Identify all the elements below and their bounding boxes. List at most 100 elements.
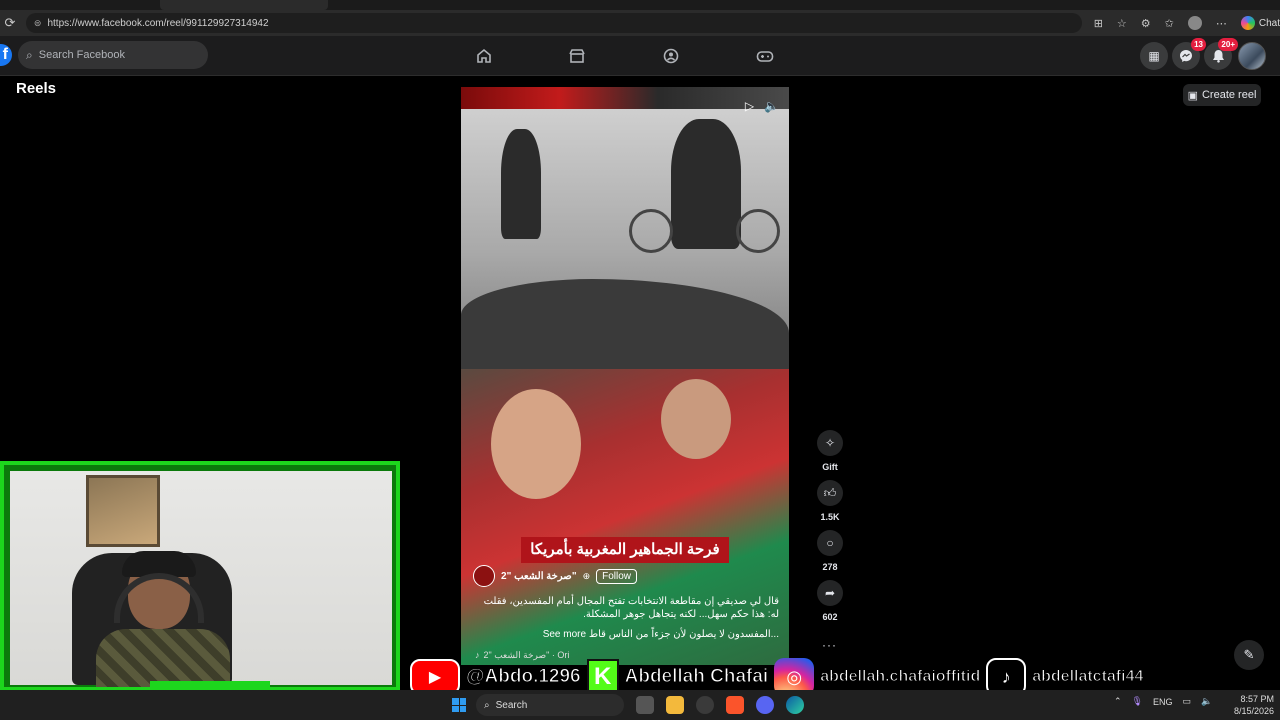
webcam-feed [10,471,392,687]
comment-action: ○ 278 [812,530,848,572]
facebook-logo[interactable]: f [0,44,12,66]
volume-icon[interactable]: 🔈 [764,99,779,113]
like-button[interactable]: 👍︎ [817,480,843,506]
clock-date: 8/15/2026 [1233,706,1274,716]
webcam-overlay [0,461,400,717]
edge-browser-icon[interactable] [786,696,804,714]
share-count: 602 [822,612,838,622]
create-reel-label: Create reel [1201,89,1257,101]
task-view-icon[interactable] [636,696,654,714]
menu-grid-icon[interactable]: ▦ [1140,42,1168,70]
share-button[interactable]: ➦ [817,580,843,606]
browser-toolbar: ⟳ ⊜ https://www.facebook.com/reel/991129… [0,10,1280,36]
reel-video[interactable]: ▷ 🔈 فرحة الجماهير المغربية بأمريكا صرخة … [461,87,789,665]
reel-caption-continued: See more المفسدون لا يصلون لأن جزءاً من … [475,629,779,640]
address-bar[interactable]: ⊜ https://www.facebook.com/reel/99112992… [25,13,1082,33]
favorite-star-icon[interactable]: ☆ [1117,17,1127,30]
reel-caption: قال لي صديقي إن مقاطعة الانتخابات تفتح ا… [483,596,779,620]
reel-video-street-scene [461,109,789,369]
streamer-body [96,629,230,687]
brave-browser-icon[interactable] [726,696,744,714]
browser-tab-strip [0,0,1280,10]
microphone-icon[interactable]: 🎙︎ [1132,696,1143,707]
fan-face [491,389,581,499]
marketplace-icon[interactable] [567,46,587,66]
taskbar-search[interactable]: ⌕ Search [476,694,624,716]
page-title: Reels [16,80,57,97]
network-icon[interactable]: ▭ [1183,696,1192,707]
globe-icon: ⊕ [582,570,591,581]
author-name[interactable]: صرخة الشعب "2" [501,571,577,582]
profile-avatar[interactable] [1238,42,1266,70]
copilot-chat-label: Chat [1258,17,1280,29]
follow-button[interactable]: Follow [596,568,638,584]
search-placeholder: Search Facebook [38,49,125,61]
edit-icon[interactable]: ✎ [1234,640,1264,670]
gaming-icon[interactable] [755,46,775,66]
kick-handle: Abdellah Chafai [624,666,769,688]
create-reel-button[interactable]: ▣ Create reel [1183,84,1261,106]
cyclist-figure [671,119,741,249]
notifications-badge: 20+ [1218,38,1238,51]
author-avatar[interactable] [473,565,495,587]
home-icon[interactable] [474,46,494,66]
clock-time: 8:57 PM [1240,694,1274,704]
comment-count: 278 [822,562,838,572]
see-more-link[interactable]: See more [543,629,586,640]
fan-face [661,379,731,459]
video-controls: ▷ 🔈 [745,99,779,113]
gift-label: Gift [822,462,838,472]
comment-button[interactable]: ○ [817,530,843,556]
copilot-chat-button[interactable]: Chat [1240,16,1280,30]
reel-video-top-frame [461,87,789,109]
language-indicator[interactable]: ENG [1153,697,1173,707]
reel-caption-line2: المفسدون لا يصلون لأن جزءاً من الناس قاط… [588,629,779,640]
taskbar-apps [636,696,804,714]
site-info-icon[interactable]: ⊜ [34,18,42,29]
messenger-icon[interactable]: 13 [1172,38,1206,70]
search-input[interactable]: ⌕ Search Facebook [18,41,208,69]
search-icon: ⌕ [26,47,33,62]
pedestrian-figure [501,129,541,239]
headset-icon [114,573,204,623]
reload-icon[interactable]: ⟳ [0,15,20,31]
like-count: 1.5K [820,512,840,522]
bicycle-wheel [736,209,780,253]
browser-profile-avatar[interactable] [1187,16,1202,30]
play-icon[interactable]: ▷ [745,99,754,113]
groups-icon[interactable] [661,46,681,66]
share-action: ➦ 602 [812,580,848,622]
tray-chevron-icon[interactable]: ⌃ [1114,696,1122,707]
copilot-icon [1240,16,1255,30]
speaker-icon[interactable]: 🔈 [1201,696,1212,707]
taskbar-clock[interactable]: 8:57 PM 8/15/2026 [1226,693,1274,717]
extensions-icon[interactable]: ⚙ [1141,17,1151,30]
windows-start-icon[interactable] [452,698,466,712]
reel-headline: فرحة الجماهير المغربية بأمريكا [521,537,729,563]
steam-icon[interactable] [696,696,714,714]
foreground-shoulder [461,279,789,369]
taskbar-search-label: Search [495,699,528,711]
file-explorer-icon[interactable] [666,696,684,714]
notifications-icon[interactable]: 20+ [1204,38,1238,70]
reel-author: صرخة الشعب "2" ⊕ Follow [473,565,638,587]
favorites-icon[interactable]: ✩ [1165,17,1174,30]
streamer [96,551,230,687]
gift-action: ✧ Gift [812,430,848,472]
more-options-icon[interactable]: ··· [822,638,837,652]
messenger-badge: 13 [1191,38,1206,51]
windows-taskbar: ⌕ Search ⌃ 🎙︎ ENG ▭ 🔈 8:57 PM 8/15/2026 [0,690,1280,720]
like-action: 👍︎ 1.5K [812,480,848,522]
browser-active-tab[interactable] [160,0,328,10]
system-tray: ⌃ 🎙︎ ENG ▭ 🔈 [1114,696,1212,707]
discord-icon[interactable] [756,696,774,714]
more-options-icon[interactable]: ⋯ [1216,17,1227,30]
app-install-icon[interactable]: ⊞ [1094,17,1103,30]
facebook-header: f ⌕ Search Facebook ▦ 13 20+ [0,36,1280,76]
search-icon: ⌕ [484,699,490,711]
bicycle-wheel [629,209,673,253]
url-text: https://www.facebook.com/reel/9911299273… [47,17,269,29]
browser-toolbar-icons: ⊞ ☆ ⚙ ✩ ⋯ Chat [1094,16,1280,30]
tiktok-handle: abdellatctafi44 [1032,668,1144,686]
gift-button[interactable]: ✧ [817,430,843,456]
